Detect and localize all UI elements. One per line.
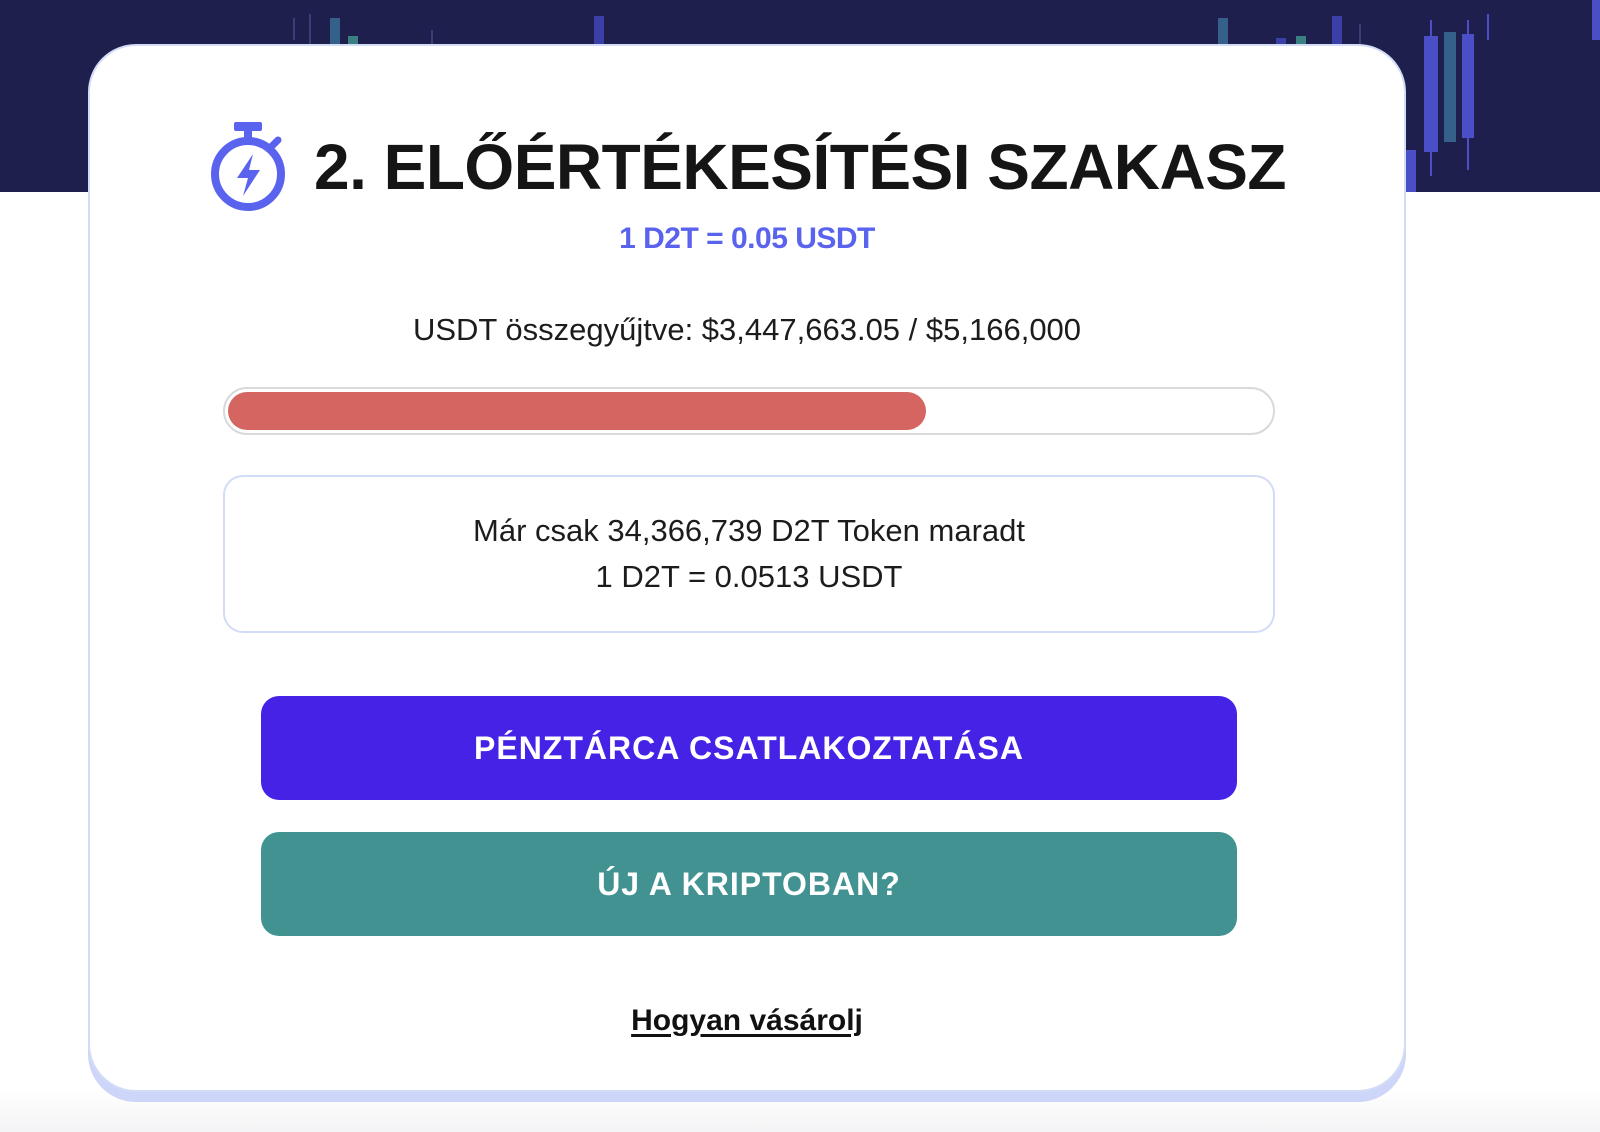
presale-progress-bar [223, 387, 1275, 435]
how-to-buy-container: Hogyan vásárolj [90, 1004, 1404, 1038]
presale-card: 2. ELŐÉRTÉKESÍTÉSI SZAKASZ 1 D2T = 0.05 … [88, 44, 1406, 1092]
next-price-text: 1 D2T = 0.0513 USDT [595, 559, 903, 594]
presale-progress-fill [228, 392, 927, 430]
raised-amount-text: USDT összegyűjtve: $3,447,663.05 / $5,16… [412, 312, 1082, 347]
page-bottom-strip [0, 1090, 1600, 1132]
new-to-crypto-button[interactable]: ÚJ A KRIPTOBAN? [261, 832, 1237, 936]
remaining-tokens-box: Már csak 34,366,739 D2T Token maradt 1 D… [223, 475, 1275, 633]
stopwatch-lightning-icon [210, 122, 285, 211]
stage-price: 1 D2T = 0.05 USDT [619, 222, 875, 255]
connect-wallet-button[interactable]: PÉNZTÁRCA CSATLAKOZTATÁSA [261, 696, 1237, 800]
stage-title: 2. ELŐÉRTÉKESÍTÉSI SZAKASZ [313, 131, 1287, 203]
remaining-tokens-text: Már csak 34,366,739 D2T Token maradt [473, 513, 1025, 548]
how-to-buy-link[interactable]: Hogyan vásárolj [631, 1004, 863, 1037]
stage-header: 2. ELŐÉRTÉKESÍTÉSI SZAKASZ [90, 112, 1404, 222]
